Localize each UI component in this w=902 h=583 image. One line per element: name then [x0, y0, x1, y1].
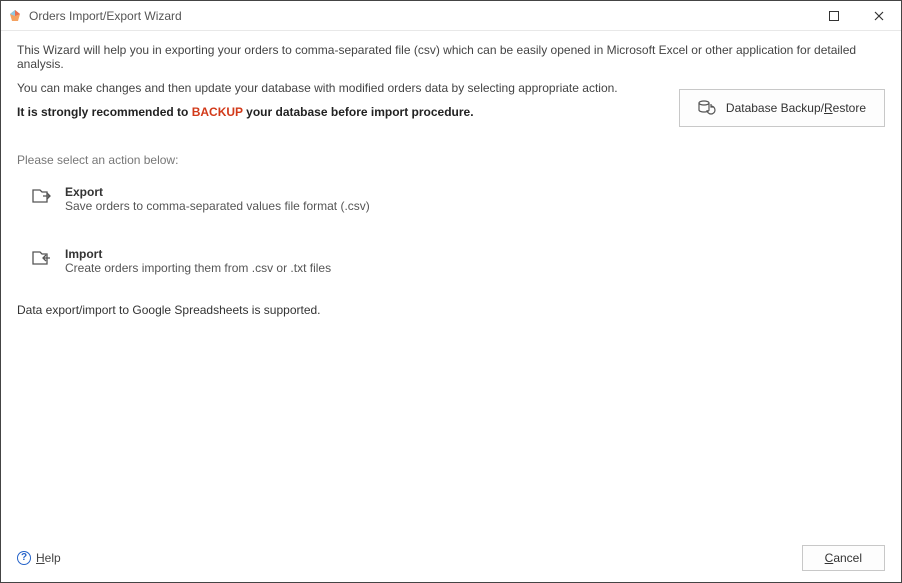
window-title: Orders Import/Export Wizard: [29, 9, 182, 23]
export-icon: [31, 187, 51, 205]
titlebar: Orders Import/Export Wizard: [1, 1, 901, 31]
wizard-content: This Wizard will help you in exporting y…: [1, 31, 901, 540]
backup-button-label: Database Backup/Restore: [726, 101, 866, 115]
cancel-button[interactable]: Cancel: [802, 545, 885, 571]
close-button[interactable]: [856, 1, 901, 30]
wizard-footer: ? Help Cancel: [1, 540, 901, 582]
import-icon: [31, 249, 51, 267]
database-backup-restore-button[interactable]: Database Backup/Restore: [679, 89, 885, 127]
import-action[interactable]: Import Create orders importing them from…: [17, 241, 537, 281]
support-note: Data export/import to Google Spreadsheet…: [17, 303, 885, 317]
help-link[interactable]: ? Help: [17, 551, 61, 565]
app-icon: [7, 8, 23, 24]
backup-word: BACKUP: [192, 105, 243, 119]
database-restore-icon: [698, 100, 716, 116]
import-desc: Create orders importing them from .csv o…: [65, 261, 331, 275]
export-desc: Save orders to comma-separated values fi…: [65, 199, 370, 213]
section-label: Please select an action below:: [17, 153, 885, 167]
maximize-button[interactable]: [811, 1, 856, 30]
window-controls: [811, 1, 901, 30]
intro-text-1: This Wizard will help you in exporting y…: [17, 43, 885, 71]
help-icon: ?: [17, 551, 31, 565]
export-title: Export: [65, 185, 370, 199]
import-title: Import: [65, 247, 331, 261]
export-action[interactable]: Export Save orders to comma-separated va…: [17, 179, 537, 219]
